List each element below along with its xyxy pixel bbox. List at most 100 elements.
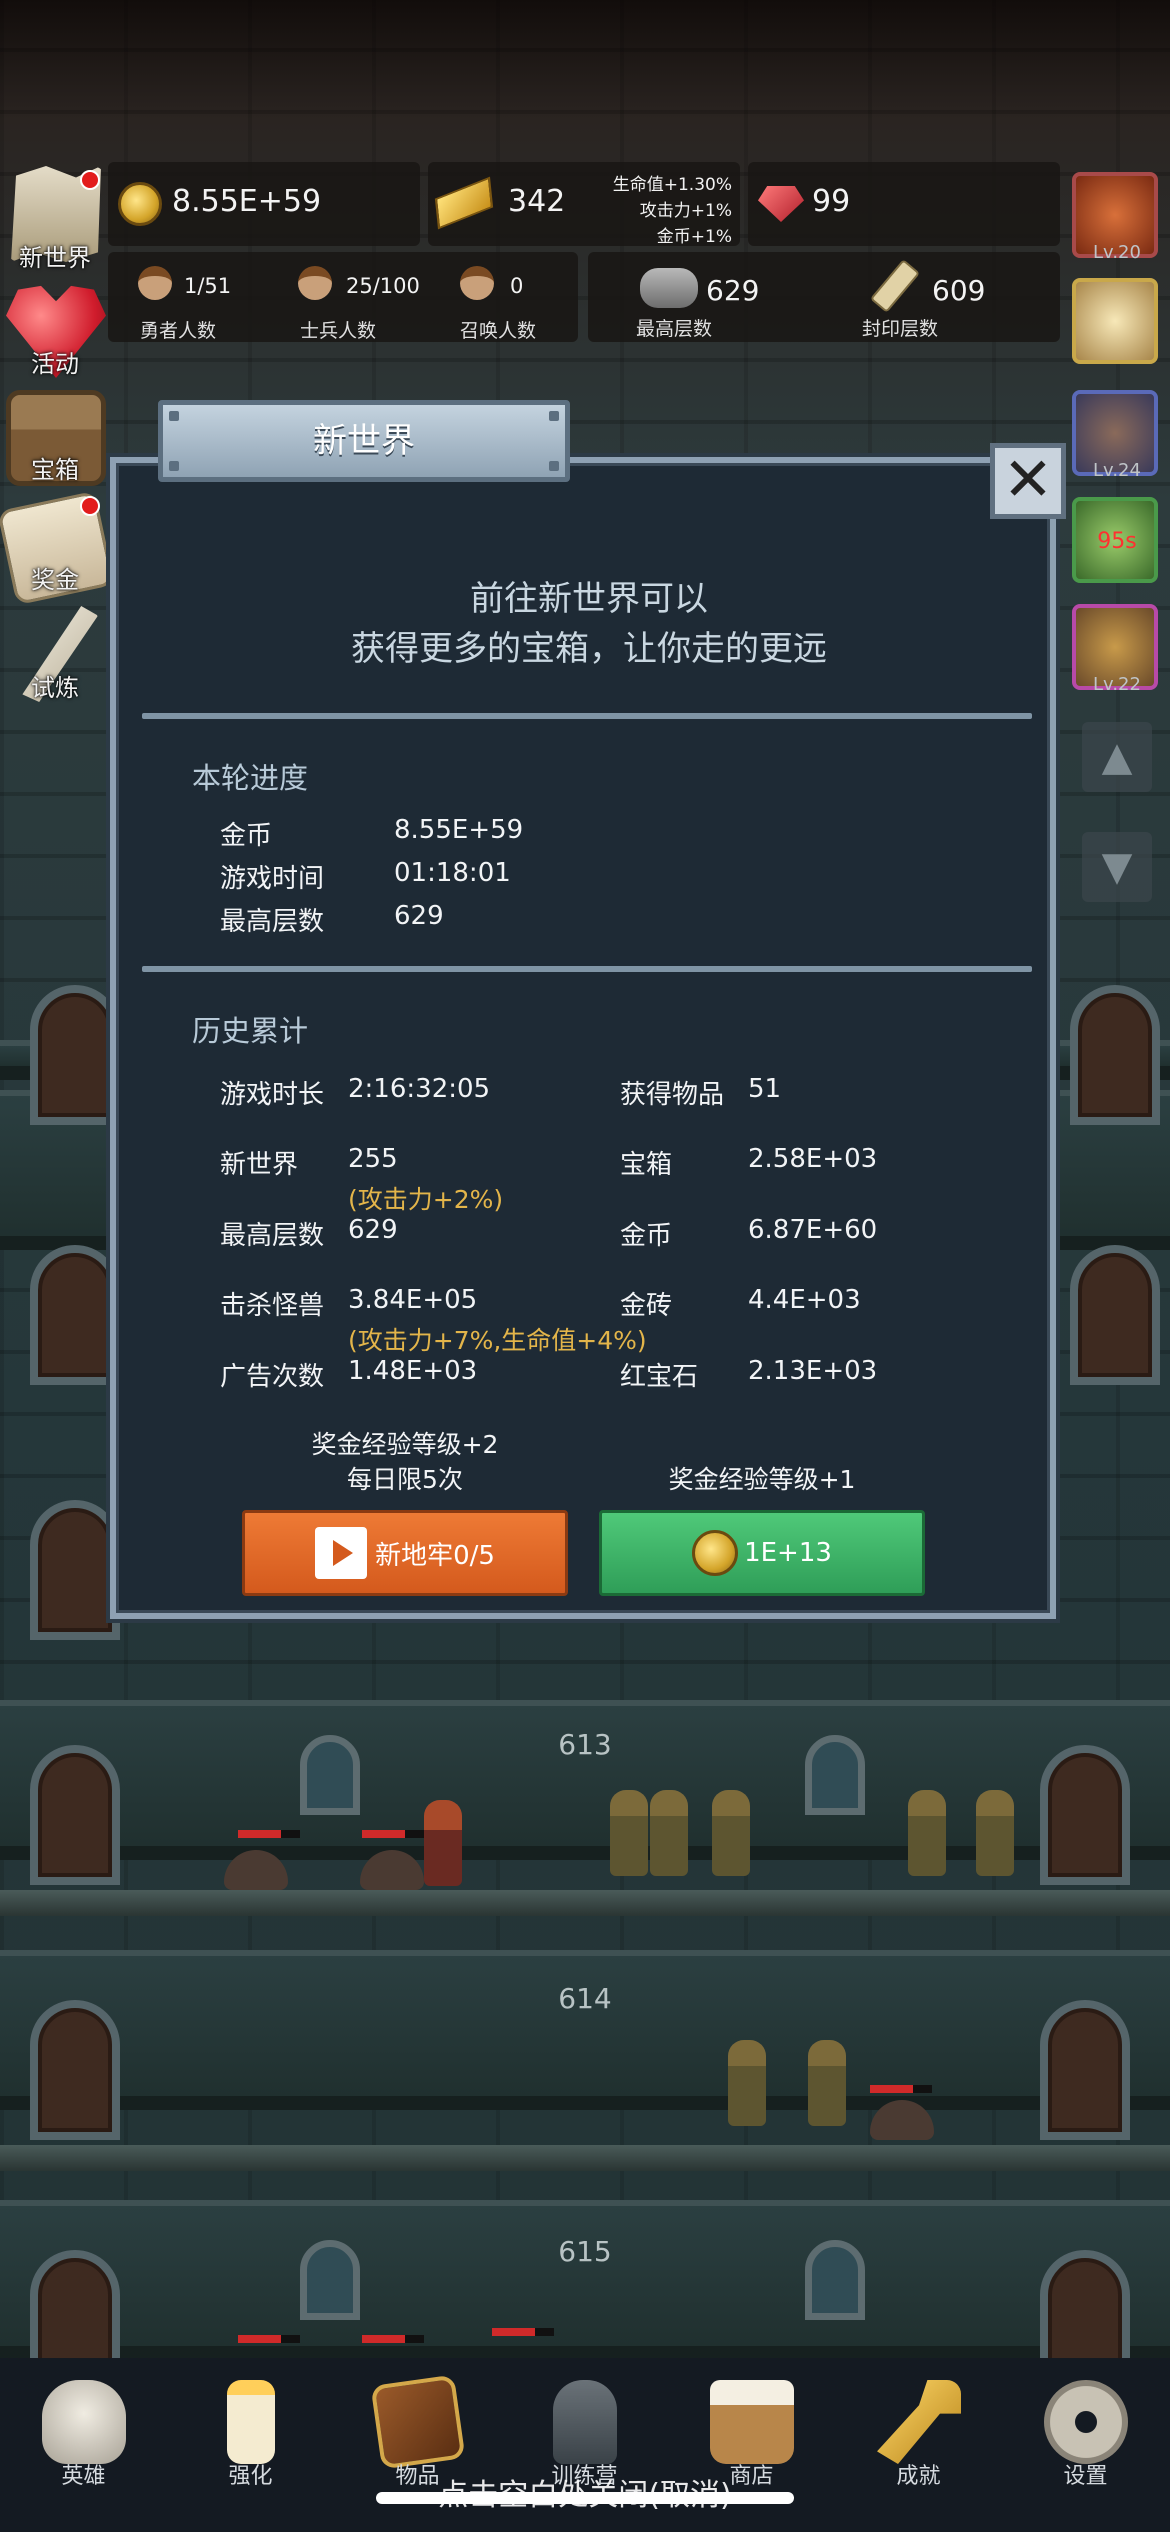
gold-bonus: 金币+1%	[656, 227, 732, 247]
dungeon-door	[1040, 1745, 1130, 1885]
summon-head-icon	[460, 266, 494, 300]
item-slot-candle[interactable]	[1072, 278, 1158, 364]
history-kills-value: 3.84E+05	[348, 1285, 478, 1315]
new-world-dialog: 前往新世界可以 获得更多的宝箱，让你走的更远 本轮进度 金币 8.55E+59 …	[110, 457, 1056, 1619]
history-chests-label: 宝箱	[620, 1150, 673, 1180]
history-gold-bars-label: 金砖	[620, 1291, 673, 1321]
soldier-unit	[712, 1790, 750, 1876]
unit-count-panel: 1/51 勇者人数 25/100 士兵人数 0 召唤人数	[108, 252, 578, 342]
gear-icon	[1044, 2380, 1128, 2464]
slot-level: Lv.20	[1093, 242, 1141, 263]
soldier-count-label: 士兵人数	[299, 320, 376, 342]
ruby-icon	[758, 186, 804, 222]
enemy-hp-bar	[238, 1830, 300, 1838]
gold-value: 8.55E+59	[172, 184, 322, 219]
section-divider	[142, 966, 1032, 972]
floor-band	[0, 1950, 1170, 2110]
right-button-note: 奖金经验等级+1	[668, 1465, 856, 1494]
dungeon-window	[805, 1735, 865, 1815]
round-max-floor-label: 最高层数	[220, 907, 325, 937]
history-rubies-label: 红宝石	[620, 1362, 699, 1392]
menu-label-new-world: 新世界	[19, 244, 91, 272]
menu-label-chest: 宝箱	[31, 456, 79, 484]
sealed-floor-label: 封印层数	[861, 318, 938, 340]
enemy-hp-bar	[362, 1830, 424, 1838]
history-gold-value: 6.87E+60	[748, 1215, 878, 1245]
history-play-time-label: 游戏时长	[220, 1080, 325, 1110]
item-slot-book[interactable]: Lv.24	[1072, 390, 1158, 481]
history-chests-value: 2.58E+03	[748, 1144, 878, 1174]
history-ads-label: 广告次数	[220, 1362, 325, 1392]
floor-count-panel: 629 最高层数 609 封印层数	[588, 252, 1060, 342]
max-floor-count: 629	[706, 274, 760, 307]
scroll-down-icon[interactable]: ▼	[1082, 832, 1152, 902]
attack-bonus: 攻击力+1%	[639, 201, 732, 221]
soldier-unit	[610, 1790, 648, 1876]
summon-count: 0	[510, 274, 524, 298]
left-button-note-line1: 奖金经验等级+2	[311, 1430, 499, 1459]
dialog-title-plate: 新世界	[158, 400, 570, 482]
dungeon-door	[1070, 1245, 1160, 1385]
floor-number: 615	[558, 2235, 612, 2268]
dialog-title: 新世界	[313, 421, 415, 461]
new-dungeon-ad-button[interactable]: 新地牢0/5	[242, 1510, 568, 1596]
history-items-label: 获得物品	[620, 1080, 725, 1110]
scroll-up-icon[interactable]: ▲	[1082, 722, 1152, 792]
chest-menu-item[interactable]: 宝箱	[0, 380, 110, 490]
mug-icon	[710, 2380, 794, 2464]
history-rubies-value: 2.13E+03	[748, 1356, 878, 1386]
floor-band	[0, 2200, 1170, 2360]
round-time-value: 01:18:01	[394, 858, 511, 888]
history-kills-label: 击杀怪兽	[220, 1291, 325, 1321]
mage-hero	[424, 1800, 462, 1886]
dungeon-door	[30, 1500, 120, 1640]
gold-bar-icon	[434, 176, 494, 230]
coin-purchase-button[interactable]: 1E+13	[599, 1510, 925, 1596]
history-max-floor-label: 最高层数	[220, 1221, 325, 1251]
slot-level: Lv.24	[1093, 460, 1141, 481]
soldier-unit	[650, 1790, 688, 1876]
soldier-unit	[728, 2040, 766, 2126]
slot-level: Lv.22	[1093, 674, 1141, 695]
current-round-title: 本轮进度	[192, 761, 309, 795]
rock-icon	[640, 268, 698, 308]
floor-number: 614	[558, 1982, 612, 2015]
hp-bonus: 生命值+1.30%	[612, 175, 732, 195]
ruby-panel: 99	[748, 162, 1060, 246]
dungeon-window	[300, 2240, 360, 2320]
lantern-icon	[553, 2380, 617, 2464]
sealed-floor-count: 609	[932, 274, 986, 307]
event-menu-item[interactable]: 活动	[0, 272, 110, 382]
gold-bar-value: 342	[508, 184, 566, 219]
bonus-menu-item[interactable]: 奖金	[0, 490, 115, 606]
item-slot-hero[interactable]: Lv.22	[1072, 604, 1158, 695]
menu-label-trial: 试炼	[31, 674, 79, 702]
gold-coin-icon	[118, 182, 162, 226]
home-indicator[interactable]	[376, 2492, 794, 2504]
video-play-icon	[315, 1527, 368, 1579]
dungeon-door	[1040, 2000, 1130, 2140]
gold-panel: 8.55E+59	[108, 162, 420, 246]
hero-count: 1/51	[184, 274, 232, 298]
enemy-hp-bar	[362, 2335, 424, 2343]
soldier-head-icon	[298, 266, 332, 300]
dungeon-door	[30, 985, 120, 1125]
book-icon	[370, 2374, 466, 2470]
dungeon-window	[300, 1735, 360, 1815]
section-divider	[142, 713, 1032, 719]
skull-icon	[42, 2380, 126, 2464]
dungeon-door	[1070, 985, 1160, 1125]
history-play-time-value: 2:16:32:05	[348, 1074, 491, 1104]
hero-count-label: 勇者人数	[139, 320, 216, 342]
close-icon[interactable]: ✕	[990, 443, 1066, 519]
round-max-floor-value: 629	[394, 901, 444, 931]
item-slot-timer[interactable]: 95s	[1072, 497, 1158, 583]
dialog-description-line2: 获得更多的宝箱，让你走的更远	[351, 629, 827, 669]
dialog-description-line1: 前往新世界可以	[470, 579, 708, 619]
item-slot-apple[interactable]: Lv.20	[1072, 172, 1158, 263]
new-world-menu-item[interactable]: 新世界	[0, 160, 110, 272]
trial-menu-item[interactable]: 试炼	[0, 600, 110, 710]
dungeon-door	[30, 1245, 120, 1385]
new-world-bonus: (攻击力+2%)	[348, 1185, 504, 1214]
menu-label-event: 活动	[31, 350, 79, 378]
